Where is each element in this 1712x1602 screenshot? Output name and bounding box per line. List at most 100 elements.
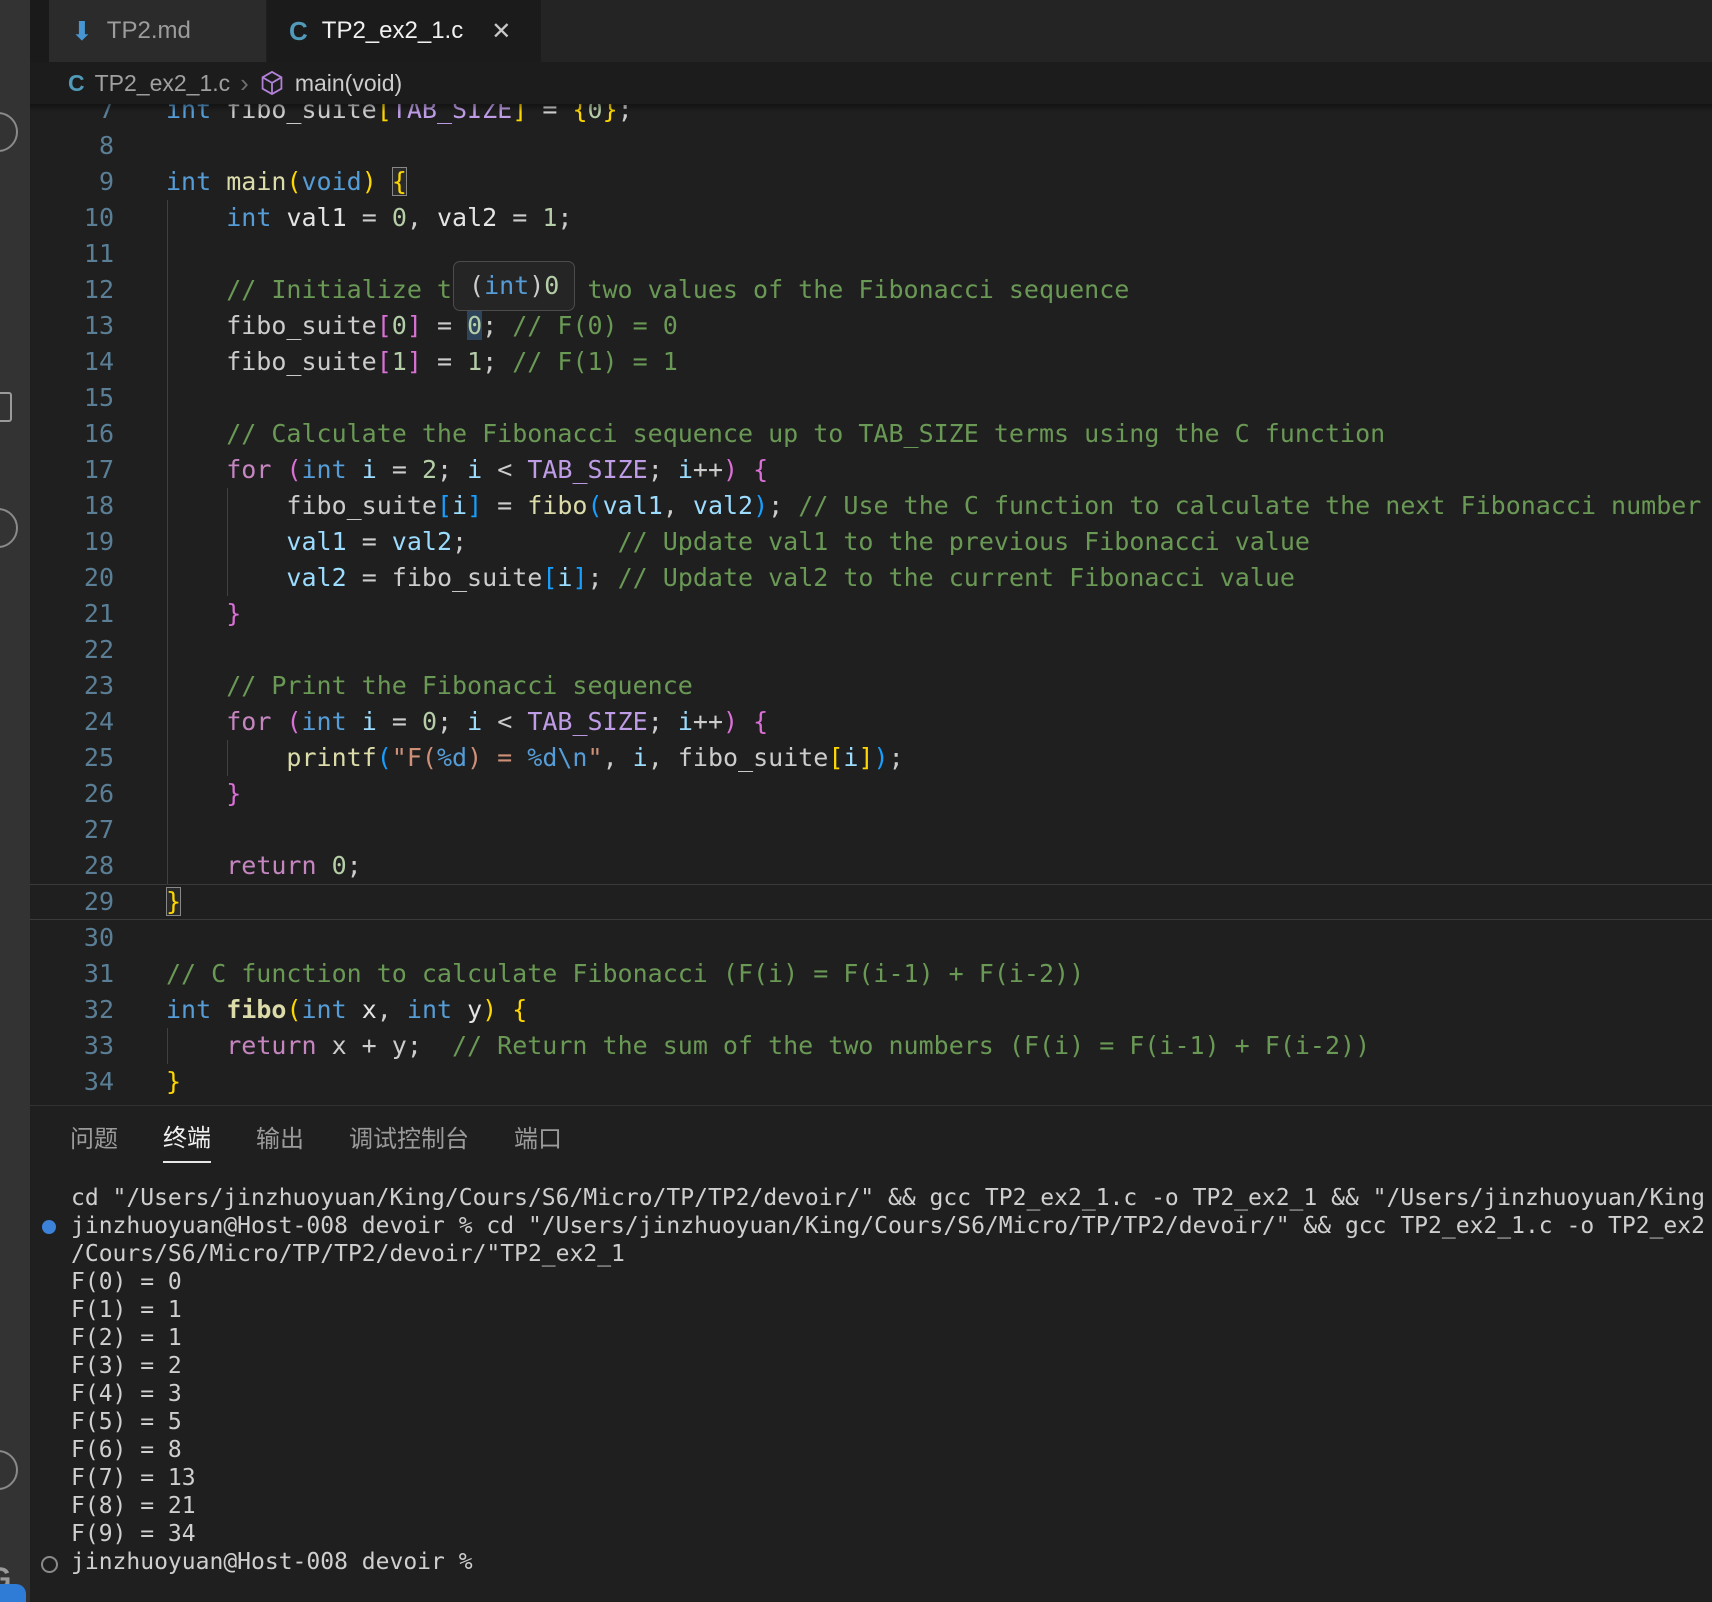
code-token	[166, 743, 286, 772]
code-line-25[interactable]: printf("F(%d) = %d\n", i, fibo_suite[i])…	[166, 740, 904, 776]
panel-tab-output[interactable]: 输出	[256, 1111, 304, 1162]
terminal-prompt-decoration-icon[interactable]	[41, 1556, 58, 1573]
line-number[interactable]: 34	[30, 1064, 114, 1100]
code-line-32[interactable]: int fibo(int x, int y) {	[166, 992, 527, 1028]
code-token: // Calculate the Fibonacci sequence up t…	[226, 419, 1385, 448]
line-number[interactable]: 7	[30, 104, 114, 128]
code-token	[347, 995, 362, 1024]
line-number[interactable]: 22	[30, 632, 114, 668]
code-line-31[interactable]: // C function to calculate Fibonacci (F(…	[166, 956, 1084, 992]
panel-tab-problems[interactable]: 问题	[70, 1111, 118, 1162]
code-token: i	[843, 743, 858, 772]
code-token: (	[588, 491, 603, 520]
code-token: {	[753, 455, 768, 484]
line-number[interactable]: 23	[30, 668, 114, 704]
panel-tab-ports[interactable]: 端口	[514, 1111, 562, 1162]
code-token: ;	[648, 707, 678, 736]
code-line-33[interactable]: return x + y; // Return the sum of the t…	[166, 1028, 1370, 1064]
activity-partial-circle-icon[interactable]	[0, 508, 18, 548]
code-line-7[interactable]: int fibo_suite[TAB_SIZE] = {0};	[166, 104, 633, 128]
line-number[interactable]: 20	[30, 560, 114, 596]
line-number[interactable]: 21	[30, 596, 114, 632]
code-line-21[interactable]: }	[166, 596, 241, 632]
line-number[interactable]: 25	[30, 740, 114, 776]
code-token: ]	[407, 311, 422, 340]
panel-tab-terminal[interactable]: 终端	[163, 1110, 211, 1163]
line-number[interactable]: 27	[30, 812, 114, 848]
line-number[interactable]: 17	[30, 452, 114, 488]
code-token: int	[302, 995, 347, 1024]
tab-tp2-ex2-1-c[interactable]: C TP2_ex2_1.c ✕	[267, 0, 541, 62]
code-line-16[interactable]: // Calculate the Fibonacci sequence up t…	[166, 416, 1385, 452]
close-icon[interactable]: ✕	[491, 17, 511, 46]
line-number[interactable]: 16	[30, 416, 114, 452]
breadcrumb-file[interactable]: TP2_ex2_1.c	[95, 70, 231, 97]
line-number[interactable]: 11	[30, 236, 114, 272]
activity-partial-circle-icon[interactable]	[0, 112, 18, 152]
code-token: ,	[663, 491, 693, 520]
code-token: ;	[347, 851, 362, 880]
code-line-9[interactable]: int main(void) {	[166, 164, 407, 200]
terminal-output[interactable]: cd "/Users/jinzhuoyuan/King/Cours/S6/Mic…	[30, 1184, 1712, 1602]
line-number[interactable]: 12	[30, 272, 114, 308]
panel-tab-debug-console[interactable]: 调试控制台	[349, 1111, 469, 1162]
terminal-command-decoration-icon[interactable]	[42, 1220, 56, 1234]
code-token	[738, 707, 753, 736]
code-line-28[interactable]: return 0;	[166, 848, 362, 884]
code-line-17[interactable]: for (int i = 2; i < TAB_SIZE; i++) {	[166, 452, 768, 488]
code-token: {	[572, 104, 587, 124]
account-blue-icon[interactable]	[0, 1584, 26, 1602]
terminal-line-1: jinzhuoyuan@Host-008 devoir % cd "/Users…	[71, 1212, 1712, 1240]
code-token: i	[467, 455, 482, 484]
code-line-26[interactable]: }	[166, 776, 241, 812]
code-token	[166, 779, 226, 808]
code-line-14[interactable]: fibo_suite[1] = 1; // F(1) = 1	[166, 344, 678, 380]
code-line-23[interactable]: // Print the Fibonacci sequence	[166, 668, 693, 704]
code-token: 0	[422, 707, 437, 736]
line-number[interactable]: 15	[30, 380, 114, 416]
code-token: ;	[482, 347, 512, 376]
code-token: =	[377, 455, 422, 484]
line-number[interactable]: 19	[30, 524, 114, 560]
breadcrumb-symbol[interactable]: main(void)	[295, 70, 402, 97]
tab-tp2-md[interactable]: ⬇ TP2.md	[49, 0, 267, 62]
code-token: x	[362, 995, 377, 1024]
code-line-24[interactable]: for (int i = 0; i < TAB_SIZE; i++) {	[166, 704, 768, 740]
activity-partial-circle-icon[interactable]	[0, 1450, 18, 1490]
terminal-line-9: F(6) = 8	[71, 1436, 1712, 1464]
code-line-34[interactable]: }	[166, 1064, 181, 1100]
line-number[interactable]: 8	[30, 128, 114, 164]
code-line-13[interactable]: fibo_suite[0] = 0; // F(0) = 0	[166, 308, 678, 344]
workbench: ⬇ TP2.md C TP2_ex2_1.c ✕ C TP2_ex2_1.c ›…	[30, 0, 1712, 1602]
tooltip-value: 0	[544, 271, 559, 300]
line-number[interactable]: 30	[30, 920, 114, 956]
code-line-29[interactable]: }	[166, 884, 181, 920]
line-number[interactable]: 32	[30, 992, 114, 1028]
line-number[interactable]: 24	[30, 704, 114, 740]
code-line-19[interactable]: val1 = val2; // Update val1 to the previ…	[166, 524, 1310, 560]
line-number[interactable]: 9	[30, 164, 114, 200]
code-area[interactable]: ( int) 0 7 int fibo_suite[TAB_SIZE] = {0}; 8…	[30, 104, 1712, 1105]
code-token: <	[482, 707, 527, 736]
code-line-12[interactable]: // Initialize the first two values of th…	[166, 272, 1129, 308]
line-number[interactable]: 18	[30, 488, 114, 524]
line-number[interactable]: 33	[30, 1028, 114, 1064]
code-token: )	[482, 995, 497, 1024]
code-token: 1	[392, 347, 407, 376]
line-number[interactable]: 13	[30, 308, 114, 344]
code-line-10[interactable]: int val1 = 0, val2 = 1;	[166, 200, 572, 236]
line-number[interactable]: 26	[30, 776, 114, 812]
code-line-18[interactable]: fibo_suite[i] = fibo(val1, val2); // Use…	[166, 488, 1701, 524]
line-number[interactable]: 28	[30, 848, 114, 884]
line-number[interactable]: 10	[30, 200, 114, 236]
line-number[interactable]: 29	[30, 884, 114, 920]
line-number[interactable]: 14	[30, 344, 114, 380]
code-token: val2	[693, 491, 753, 520]
code-token: =	[482, 491, 527, 520]
code-token: ;	[588, 563, 618, 592]
code-line-20[interactable]: val2 = fibo_suite[i]; // Update val2 to …	[166, 560, 1295, 596]
activity-partial-square-icon[interactable]	[0, 392, 12, 422]
code-token: // Initialize the first two values of th…	[226, 275, 1129, 304]
line-number[interactable]: 31	[30, 956, 114, 992]
code-token: i	[452, 491, 467, 520]
